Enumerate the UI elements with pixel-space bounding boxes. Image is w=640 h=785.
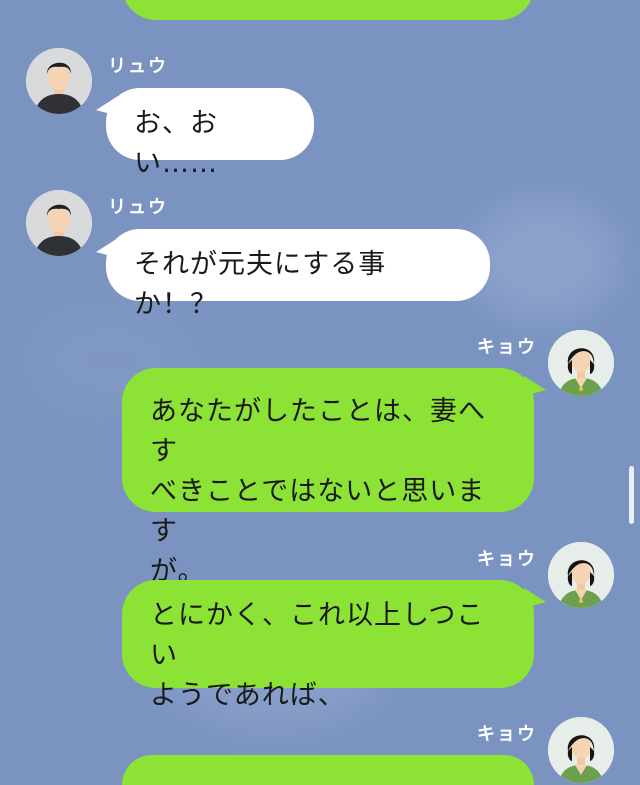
message-bubble[interactable]: それが元夫にする事か！？ (106, 229, 490, 320)
woman-avatar-icon (548, 330, 614, 396)
message-text: それが元夫にする事か！？ (134, 249, 387, 320)
message-text-line: べきことではないと思います (150, 476, 486, 547)
message-text-line: とにかく、これ以上しつこい (150, 600, 485, 671)
kyo-avatar[interactable] (548, 330, 614, 396)
message-bubble[interactable]: お、おい…… (106, 88, 314, 179)
woman-avatar-icon (548, 542, 614, 608)
message-bubble[interactable]: とにかく、これ以上しつこい ようであれば、 (122, 580, 534, 711)
sender-name: リュウ (108, 197, 168, 218)
message-text: お、おい…… (134, 108, 218, 179)
message-text-line: ようであれば、 (150, 680, 346, 711)
background-blob (470, 200, 620, 320)
man-avatar-icon (26, 190, 92, 256)
kyo-avatar[interactable] (548, 717, 614, 783)
scrollbar[interactable] (629, 466, 634, 524)
ryu-avatar[interactable] (26, 48, 92, 114)
woman-avatar-icon (548, 717, 614, 783)
sender-name: リュウ (108, 56, 168, 77)
message-bubble[interactable]: あなたがしたことは、妻へす べきことではないと思います が。 (122, 368, 534, 587)
message-bubble-partial-top (122, 0, 534, 20)
ryu-avatar[interactable] (26, 190, 92, 256)
message-text-line: あなたがしたことは、妻へす (150, 396, 486, 467)
message-bubble-partial-bottom[interactable] (122, 755, 534, 785)
man-avatar-icon (26, 48, 92, 114)
sender-name: キョウ (477, 724, 537, 745)
kyo-avatar[interactable] (548, 542, 614, 608)
sender-name: キョウ (477, 337, 537, 358)
sender-name: キョウ (477, 549, 537, 570)
